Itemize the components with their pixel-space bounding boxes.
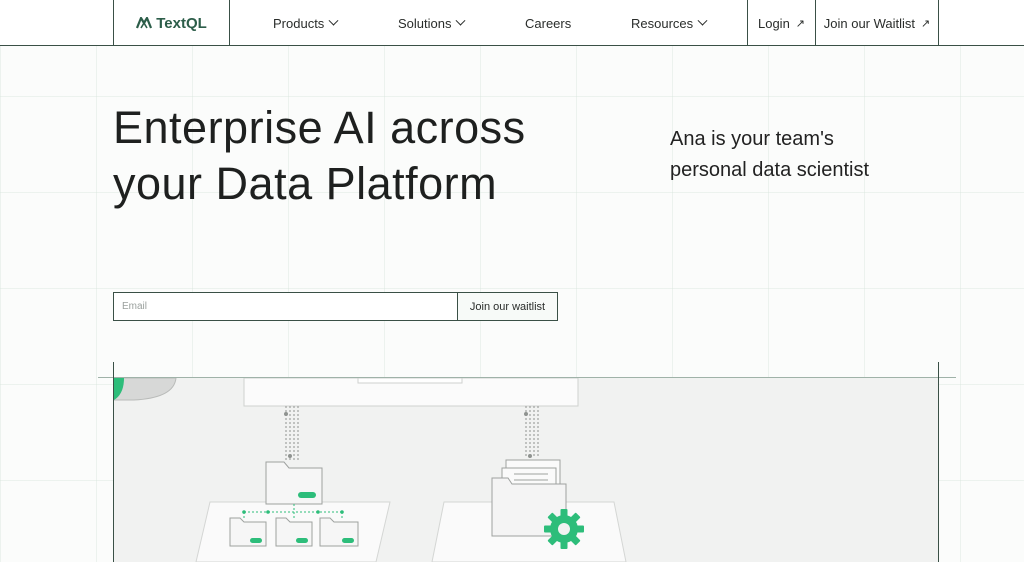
subhead-line-1: Ana is your team's <box>670 128 834 150</box>
join-waitlist-label: Join our Waitlist <box>823 15 916 31</box>
chevron-down-icon <box>328 15 339 26</box>
folder-icon <box>275 517 313 547</box>
subhead-line-2: personal data scientist <box>670 159 870 181</box>
folder-icon <box>319 517 359 547</box>
gear-icon <box>544 509 584 549</box>
waitlist-form: Join our waitlist <box>113 292 558 321</box>
nav-products[interactable]: Products <box>273 0 339 46</box>
nav-careers-label: Careers <box>525 15 572 31</box>
chevron-down-icon <box>697 15 708 26</box>
chevron-down-icon <box>456 15 466 26</box>
login-label: Login <box>757 15 790 31</box>
nav-solutions-label: Solutions <box>398 15 452 31</box>
nav-careers[interactable]: Careers <box>525 0 571 46</box>
server-shelf <box>243 378 579 407</box>
join-waitlist-submit[interactable]: Join our waitlist <box>458 293 557 320</box>
email-input[interactable] <box>114 293 458 320</box>
illustration-graphic <box>114 378 627 562</box>
pie-chart-icon <box>114 378 177 401</box>
nav-resources[interactable]: Resources <box>631 0 708 46</box>
hero-illustration <box>114 378 938 562</box>
textql-logo-icon <box>136 17 153 29</box>
folder-icon <box>229 517 267 547</box>
headline-line-2: your Data Platform <box>113 158 498 209</box>
top-nav: TextQL Products Solutions Careers Resour… <box>0 0 1024 46</box>
logo-text: TextQL <box>156 14 207 32</box>
join-waitlist-button[interactable]: Join our Waitlist ↗ <box>815 0 939 46</box>
connector-lines <box>285 406 539 460</box>
nav-products-label: Products <box>273 15 325 31</box>
arrow-up-right-icon: ↗ <box>921 17 931 30</box>
logo[interactable]: TextQL <box>113 0 230 46</box>
illustration-right-rule <box>938 362 939 562</box>
folder-icon <box>265 461 323 505</box>
nav-resources-label: Resources <box>631 15 694 31</box>
hero-headline: Enterprise AI across your Data Platform <box>113 100 613 212</box>
hero-subhead: Ana is your team's personal data scienti… <box>670 124 950 186</box>
headline-line-1: Enterprise AI across <box>113 102 526 153</box>
arrow-up-right-icon: ↗ <box>795 17 806 30</box>
login-button[interactable]: Login ↗ <box>747 0 815 46</box>
nav-solutions[interactable]: Solutions <box>398 0 466 46</box>
